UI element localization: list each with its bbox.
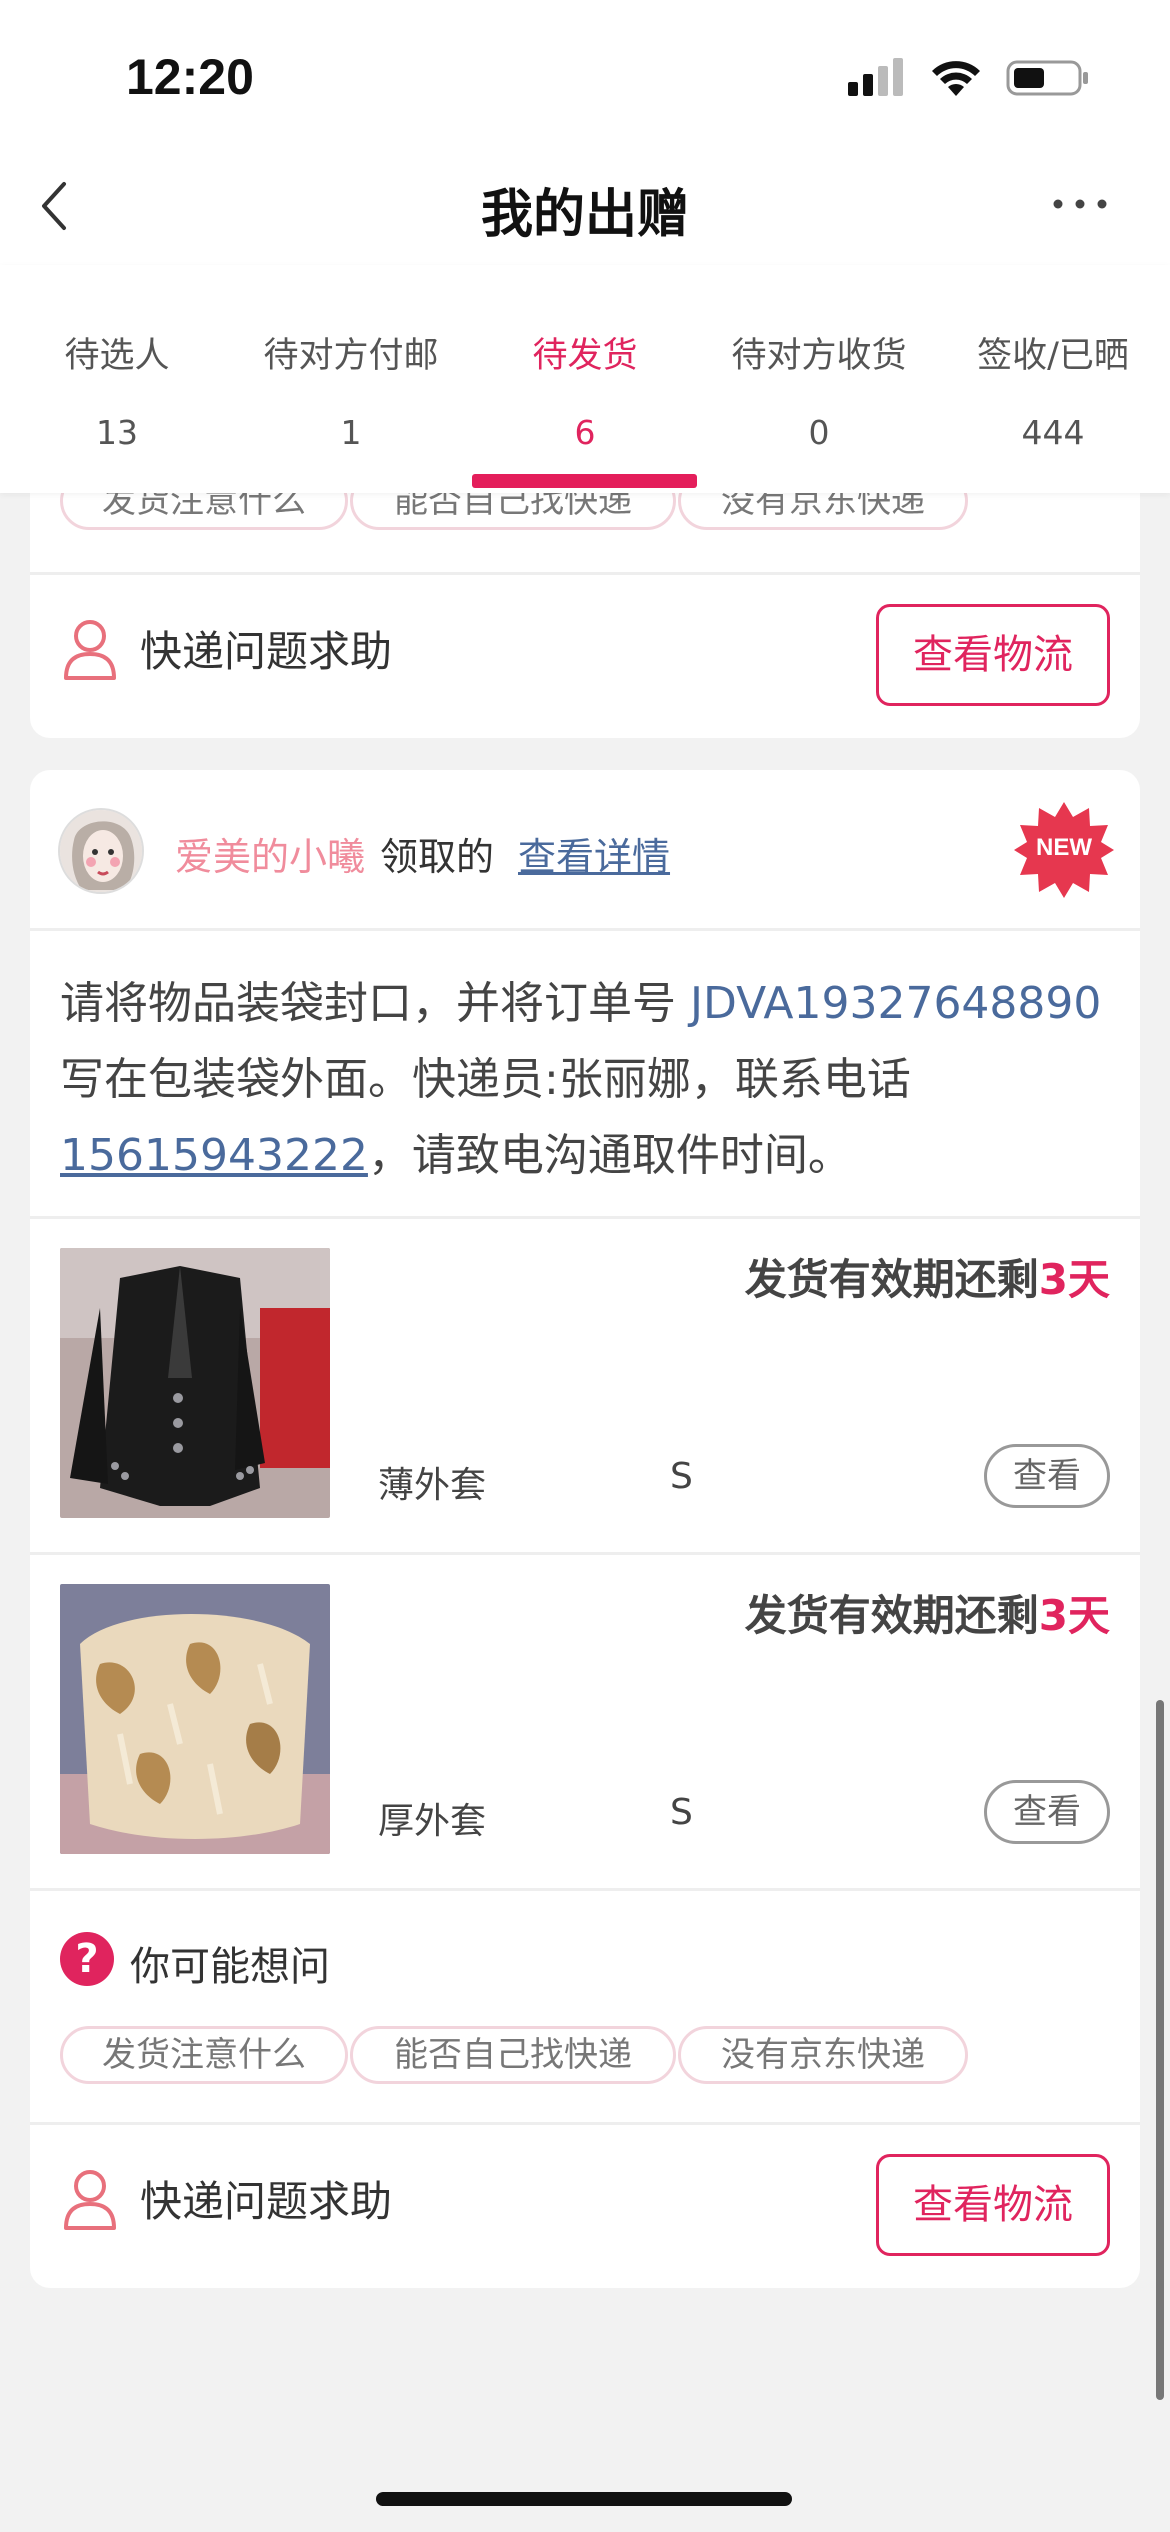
shipping-deadline: 发货有效期还剩3天 (745, 1246, 1110, 1307)
status-tabs: 待选人 13 待对方付邮 1 待发货 6 待对方收货 0 签收/已晒 444 (0, 265, 1170, 493)
order-number: JDVA19327648890 (690, 978, 1102, 1029)
faq-chip[interactable]: 能否自己找快递 (350, 2026, 676, 2084)
view-item-button[interactable]: 查看 (984, 1444, 1110, 1508)
tab-label: 待选人 (64, 336, 170, 376)
nav-bar: 我的出赠 (0, 150, 1170, 265)
item-thumbnail[interactable] (60, 1584, 330, 1854)
avatar[interactable] (58, 808, 144, 894)
received-label: 领取的 (380, 835, 495, 879)
view-logistics-button[interactable]: 查看物流 (876, 604, 1110, 706)
view-logistics-button[interactable]: 查看物流 (876, 2154, 1110, 2256)
courier-help-row: 快递问题求助 查看物流 (30, 2124, 1140, 2288)
battery-icon (1006, 60, 1088, 96)
item-row[interactable]: 发货有效期还剩3天 厚外套 S 查看 (30, 1554, 1140, 1890)
shipping-deadline: 发货有效期还剩3天 (745, 1582, 1110, 1643)
more-icon[interactable] (1052, 194, 1108, 214)
deadline-days: 3天 (1038, 1591, 1110, 1640)
fur-jacket-image (60, 1584, 330, 1854)
instruction-text: ，请致电沟通取件时间。 (367, 1130, 852, 1181)
courier-help-row: 快递问题求助 查看物流 (30, 574, 1140, 738)
item-name: 薄外套 (378, 1465, 487, 1506)
faq-title: 你可能想问 (130, 1944, 330, 1990)
tab-signed-shared[interactable]: 签收/已晒 444 (936, 265, 1170, 493)
item-size: S (670, 1792, 693, 1833)
tab-label: 待发货 (532, 336, 638, 376)
faq-section: ? 你可能想问 发货注意什么 能否自己找快递 没有京东快递 (30, 1890, 1140, 2122)
status-time: 12:20 (126, 49, 254, 105)
tab-label: 待对方收货 (731, 336, 907, 376)
divider (30, 928, 1140, 931)
deadline-days: 3天 (1038, 1255, 1110, 1304)
tab-label: 待对方付邮 (263, 336, 439, 376)
velvet-jacket-image (60, 1248, 330, 1518)
tab-count: 444 (1021, 413, 1085, 452)
order-card: 爱美的小曦 领取的 查看详情 NEW 请将物品装袋封口，并将订单号 JDVA19… (30, 770, 1140, 2288)
instruction-text: 写在包装袋外面。快递员:张丽娜，联系电话 (60, 1054, 911, 1105)
new-badge: NEW (1014, 800, 1114, 900)
wifi-icon (932, 61, 980, 96)
new-badge-text: NEW (1036, 834, 1092, 861)
order-header: 爱美的小曦 领取的 查看详情 NEW (30, 770, 1140, 930)
home-indicator[interactable] (376, 2492, 792, 2506)
item-size: S (670, 1456, 693, 1497)
question-icon: ? (60, 1932, 114, 1986)
tab-count: 13 (96, 413, 138, 452)
view-item-button[interactable]: 查看 (984, 1780, 1110, 1844)
shipping-instruction: 请将物品装袋封口，并将订单号 JDVA19327648890 写在包装袋外面。快… (60, 966, 1110, 1194)
person-icon (64, 620, 116, 680)
tab-pending-shipment[interactable]: 待发货 6 (468, 265, 702, 493)
tab-pending-postage[interactable]: 待对方付邮 1 (234, 265, 468, 493)
courier-help-label[interactable]: 快递问题求助 (140, 2168, 392, 2229)
courier-phone-link[interactable]: 15615943222 (60, 1130, 368, 1181)
tab-pending-selection[interactable]: 待选人 13 (0, 265, 234, 493)
item-thumbnail[interactable] (60, 1248, 330, 1518)
tab-pending-receipt[interactable]: 待对方收货 0 (702, 265, 936, 493)
tab-count: 6 (574, 413, 596, 452)
person-icon (64, 2170, 116, 2230)
tab-label: 签收/已晒 (977, 336, 1129, 376)
page-title: 我的出赠 (480, 185, 689, 245)
instruction-text: 请将物品装袋封口，并将订单号 (60, 978, 690, 1029)
deadline-label: 发货有效期还剩 (744, 1255, 1039, 1304)
status-icons (846, 56, 1090, 100)
status-bar: 12:20 (0, 0, 1170, 150)
cellular-signal-icon (848, 58, 903, 96)
deadline-label: 发货有效期还剩 (744, 1591, 1039, 1640)
courier-help-label[interactable]: 快递问题求助 (140, 618, 392, 679)
tab-count: 0 (808, 413, 830, 452)
faq-chip[interactable]: 没有京东快递 (678, 2026, 968, 2084)
donee-name[interactable]: 爱美的小曦 (175, 826, 365, 881)
item-row[interactable]: 发货有效期还剩3天 薄外套 S 查看 (30, 1218, 1140, 1554)
active-tab-indicator (472, 474, 697, 488)
tab-count: 1 (340, 413, 362, 452)
scrollbar[interactable] (1156, 1700, 1164, 2400)
avatar-image (60, 810, 142, 892)
item-name: 厚外套 (378, 1801, 487, 1842)
view-details-link[interactable]: 查看详情 (518, 826, 670, 881)
faq-chip[interactable]: 发货注意什么 (60, 2026, 348, 2084)
